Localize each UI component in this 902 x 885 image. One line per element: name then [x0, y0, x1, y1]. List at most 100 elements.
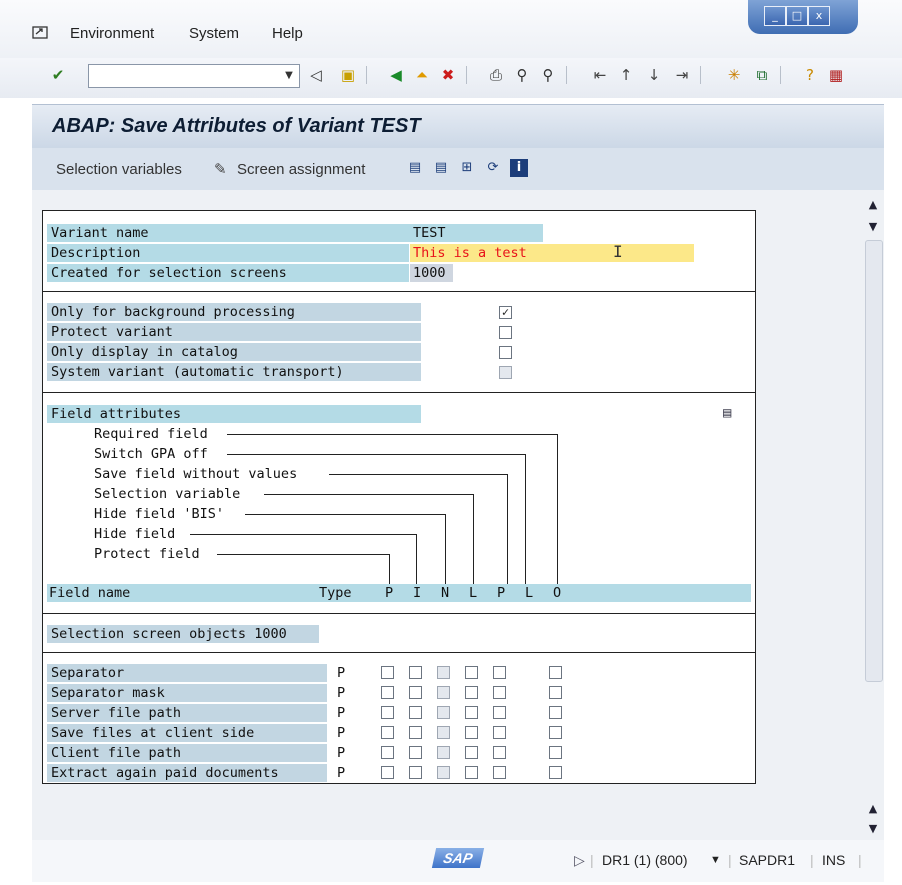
next-page-icon[interactable]: ↓ [644, 65, 664, 85]
attribute-checkbox[interactable] [493, 726, 506, 739]
new-session-icon[interactable]: ✳ [724, 65, 744, 85]
attribute-checkbox[interactable] [409, 766, 422, 779]
deselect-all-icon[interactable]: ▤ [432, 159, 450, 177]
chevron-down-icon[interactable]: ▼ [281, 65, 297, 87]
save-icon[interactable]: ▣ [338, 65, 358, 85]
attribute-checkbox[interactable] [493, 746, 506, 759]
command-field[interactable]: ▼ [88, 64, 300, 88]
attribute-checkbox[interactable] [409, 686, 422, 699]
back-icon[interactable]: ◀ [386, 65, 406, 85]
expand-status-icon[interactable]: ▷ [574, 852, 585, 869]
toolbar-separator [700, 66, 701, 84]
help-icon[interactable]: ? [800, 65, 820, 85]
option-label: Only for background processing [47, 303, 421, 321]
field-name-cell: Extract again paid documents [47, 764, 327, 782]
attribute-checkbox[interactable] [465, 666, 478, 679]
enter-check-icon[interactable]: ✔ [48, 65, 68, 85]
attribute-checkbox [437, 766, 450, 779]
option-label: Protect variant [47, 323, 421, 341]
attribute-checkbox[interactable] [549, 746, 562, 759]
attribute-checkbox[interactable] [549, 666, 562, 679]
attribute-checkbox[interactable] [493, 706, 506, 719]
menu-help[interactable]: Help [272, 25, 303, 42]
attribute-checkbox[interactable] [409, 726, 422, 739]
scroll-down-icon[interactable]: ▼ [867, 220, 879, 233]
restore-button[interactable]: □ [786, 6, 808, 26]
system-info[interactable]: DR1 (1) (800) [602, 852, 688, 868]
connector-line [445, 514, 446, 584]
type-header: Type [319, 585, 352, 601]
cancel-icon[interactable]: ✖ [438, 65, 458, 85]
scroll-up-icon[interactable]: ▲ [867, 802, 879, 815]
shortcut-icon[interactable]: ⧉ [752, 65, 772, 85]
attribute-checkbox[interactable] [493, 766, 506, 779]
menu-icon[interactable] [32, 25, 50, 41]
chevron-down-icon[interactable]: ▼ [710, 854, 721, 866]
attribute-checkbox[interactable] [465, 766, 478, 779]
print-icon[interactable]: ⎙ [486, 65, 506, 85]
scroll-up-icon[interactable]: ▲ [867, 198, 879, 211]
attr-switch-gpa-off: Switch GPA off [94, 445, 208, 463]
option-label: Only display in catalog [47, 343, 421, 361]
last-page-icon[interactable]: ⇥ [672, 65, 692, 85]
field-type-cell: P [337, 665, 346, 681]
attribute-checkbox[interactable] [381, 766, 394, 779]
find-next-icon[interactable]: ⚲ [538, 65, 558, 85]
scroll-down-icon[interactable]: ▼ [867, 822, 879, 835]
attribute-checkbox[interactable] [381, 706, 394, 719]
field-name-cell: Separator mask [47, 684, 327, 702]
layout-menu-icon[interactable]: ▦ [826, 65, 846, 85]
attribute-checkbox[interactable] [549, 726, 562, 739]
attribute-checkbox[interactable] [465, 686, 478, 699]
attribute-checkbox[interactable] [493, 686, 506, 699]
detail-icon[interactable]: ⊞ [458, 159, 476, 177]
background-processing-checkbox[interactable]: ✓ [499, 306, 512, 319]
left-arrow-icon[interactable]: ◁ [306, 65, 326, 85]
connector-line [329, 474, 507, 475]
vertical-scrollbar[interactable]: ▲ ▼ ▲ ▼ [862, 190, 884, 840]
selection-variables-button[interactable]: Selection variables [56, 161, 182, 178]
status-bar: SAP ▷ | DR1 (1) (800) ▼ | SAPDR1 | INS | [32, 840, 884, 882]
screen-assignment-button[interactable]: Screen assignment [237, 161, 365, 178]
attribute-checkbox[interactable] [493, 666, 506, 679]
connector-line [227, 434, 557, 435]
attribute-checkbox[interactable] [381, 686, 394, 699]
table-row: Extract again paid documents P [43, 764, 755, 784]
protect-variant-checkbox[interactable] [499, 326, 512, 339]
menu-system[interactable]: System [189, 25, 239, 42]
info-icon[interactable]: i [510, 159, 528, 177]
menu-environment[interactable]: Environment [70, 25, 154, 42]
attribute-checkbox[interactable] [381, 746, 394, 759]
col-letter: I [413, 585, 422, 601]
attribute-checkbox[interactable] [409, 746, 422, 759]
variant-name-label: Variant name [47, 224, 543, 242]
attribute-checkbox[interactable] [465, 706, 478, 719]
attribute-checkbox[interactable] [409, 706, 422, 719]
minimize-button[interactable]: _ [764, 6, 786, 26]
field-attributes-section: Field attributes ▤ Required field Switch… [43, 393, 755, 614]
attribute-checkbox[interactable] [465, 726, 478, 739]
attribute-checkbox[interactable] [549, 686, 562, 699]
first-page-icon[interactable]: ⇤ [590, 65, 610, 85]
refresh-icon[interactable]: ⟳ [484, 159, 502, 177]
attribute-checkbox[interactable] [549, 706, 562, 719]
attribute-checkbox[interactable] [381, 726, 394, 739]
field-type-cell: P [337, 765, 346, 781]
exit-icon[interactable]: ⏶ [412, 65, 432, 85]
previous-page-icon[interactable]: ↑ [616, 65, 636, 85]
attribute-checkbox[interactable] [381, 666, 394, 679]
status-divider: | [810, 852, 814, 868]
variant-attributes-panel: Variant name TEST Description This is a … [42, 210, 756, 784]
scrollbar-thumb[interactable] [865, 240, 883, 682]
attribute-checkbox[interactable] [549, 766, 562, 779]
close-button[interactable]: x [808, 6, 830, 26]
display-in-catalog-checkbox[interactable] [499, 346, 512, 359]
find-icon[interactable]: ⚲ [512, 65, 532, 85]
field-rows-section: Separator P Separator mask P Server file pat… [43, 653, 755, 783]
created-for-screens-label: Created for selection screens [47, 264, 409, 282]
description-field[interactable]: This is a test I [410, 242, 694, 262]
attribute-checkbox[interactable] [409, 666, 422, 679]
column-settings-icon[interactable]: ▤ [723, 405, 731, 421]
attribute-checkbox[interactable] [465, 746, 478, 759]
select-all-icon[interactable]: ▤ [406, 159, 424, 177]
